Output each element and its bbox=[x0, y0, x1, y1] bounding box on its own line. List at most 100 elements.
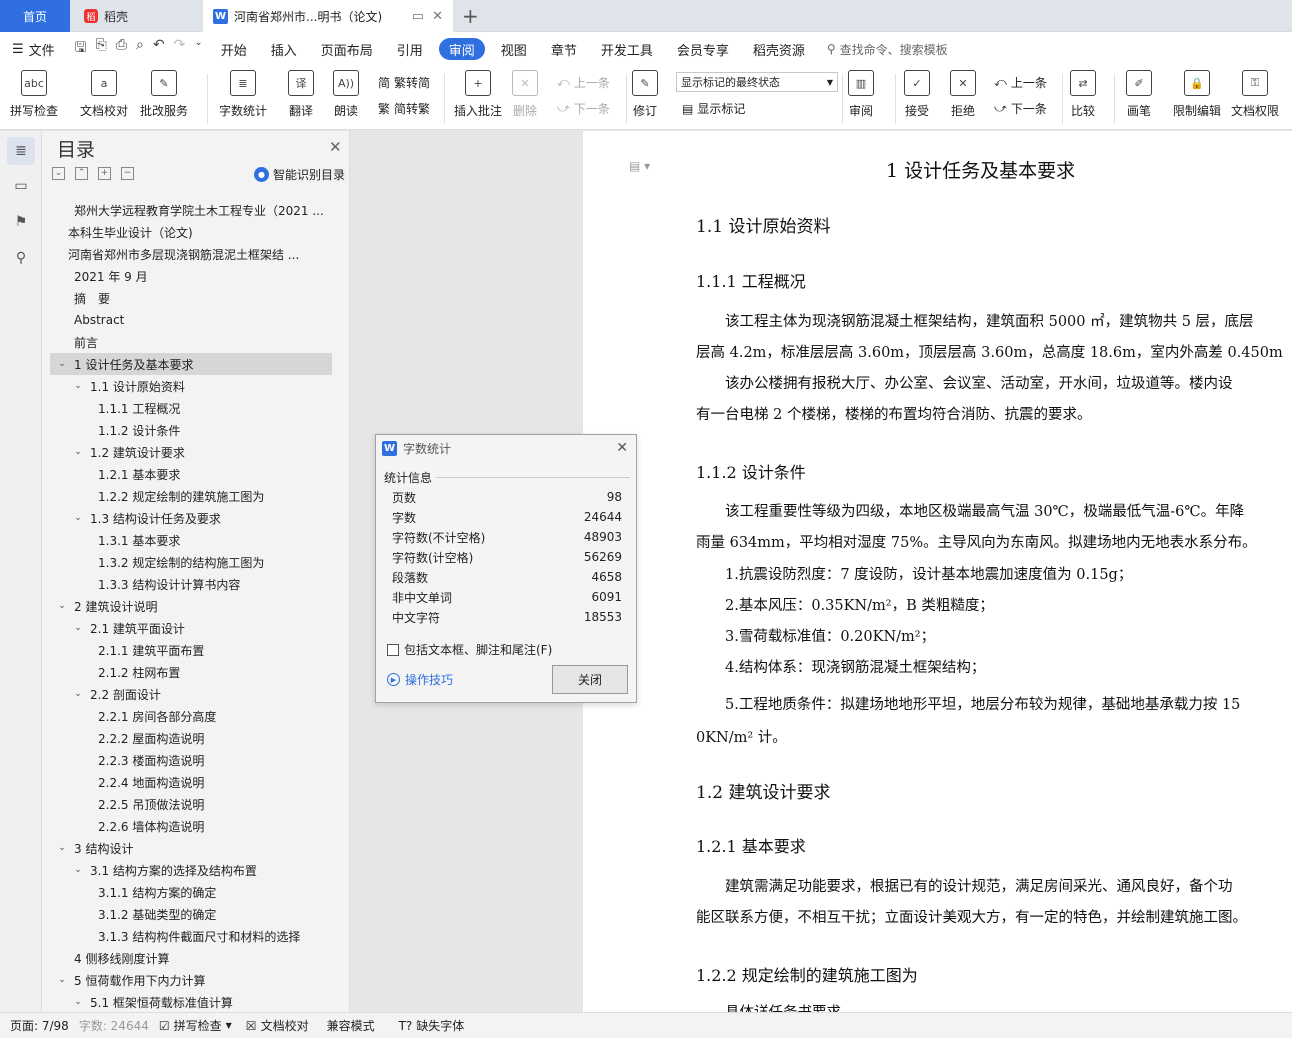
prev-comment-button[interactable]: ⤺ 上一条 bbox=[557, 74, 610, 91]
doccheck-status[interactable]: ☒ 文档校对 bbox=[246, 1017, 309, 1034]
menu-layout[interactable]: 页面布局 bbox=[309, 38, 385, 60]
markup-state-select[interactable]: 显示标记的最终状态 ▼ bbox=[676, 72, 838, 92]
menu-devtools[interactable]: 开发工具 bbox=[589, 38, 665, 60]
undo-icon[interactable]: ↶ bbox=[153, 37, 165, 61]
chevron-down-icon[interactable]: ⌄ bbox=[72, 997, 84, 1007]
close-tab-icon[interactable]: ✕ bbox=[432, 9, 443, 24]
read-aloud-button[interactable]: A)) 朗读 bbox=[333, 70, 359, 119]
track-changes-button[interactable]: ✎ 修订 bbox=[632, 70, 658, 119]
tab-home[interactable]: 首页 bbox=[0, 0, 70, 32]
translate-button[interactable]: 译翻译 bbox=[288, 70, 314, 119]
minus-icon[interactable]: − bbox=[121, 167, 134, 180]
page-indicator[interactable]: 页面: 7/98 bbox=[10, 1017, 69, 1034]
file-menu[interactable]: ☰ 文件 bbox=[0, 38, 67, 60]
trad-to-simp-button[interactable]: 简繁转简 bbox=[378, 74, 430, 91]
chevron-down-icon[interactable]: ⌄ bbox=[56, 843, 68, 853]
command-search[interactable]: ⚲ 查找命令、搜索模板 bbox=[827, 41, 948, 58]
menu-chapter[interactable]: 章节 bbox=[539, 38, 589, 60]
toc-item[interactable]: ⌄ 2.2 剖面设计 bbox=[50, 683, 332, 705]
toc-panel-icon[interactable]: ≣ bbox=[7, 137, 35, 165]
pin-tab-icon[interactable]: ▭ bbox=[412, 9, 424, 24]
delete-comment-button[interactable]: ✕ 删除 bbox=[512, 70, 538, 119]
chevron-down-icon[interactable]: ⌄ bbox=[72, 513, 84, 523]
toc-item[interactable]: 2.1.2 柱网布置 bbox=[50, 661, 332, 683]
menu-docer-resources[interactable]: 稻壳资源 bbox=[741, 38, 817, 60]
toc-item[interactable]: ⌄ 1.2 建筑设计要求 bbox=[50, 441, 332, 463]
toc-item[interactable]: 2.2.2 屋面构造说明 bbox=[50, 727, 332, 749]
toc-item[interactable]: 1.2.2 规定绘制的建筑施工图为 bbox=[50, 485, 332, 507]
accept-button[interactable]: ✓ 接受 bbox=[904, 70, 930, 119]
toc-item[interactable]: 3.1.1 结构方案的确定 bbox=[50, 881, 332, 903]
toc-item[interactable]: ⌄ 1 设计任务及基本要求 bbox=[50, 353, 332, 375]
expand-icon[interactable]: ⌃ bbox=[75, 167, 88, 180]
show-marks-button[interactable]: ▤ 显示标记 bbox=[682, 100, 745, 117]
doccheck-button[interactable]: a 文档校对 bbox=[80, 70, 128, 119]
toc-item[interactable]: ⌄ 2 建筑设计说明 bbox=[50, 595, 332, 617]
new-tab-button[interactable]: + bbox=[462, 4, 479, 28]
menu-review[interactable]: 审阅 bbox=[438, 38, 485, 60]
chevron-down-icon[interactable]: ⌄ bbox=[72, 381, 84, 391]
print-icon[interactable]: ⎙ bbox=[116, 37, 127, 61]
toc-item[interactable]: 2.1.1 建筑平面布置 bbox=[50, 639, 332, 661]
word-count-indicator[interactable]: 字数: 24644 bbox=[79, 1017, 149, 1034]
close-icon[interactable]: ✕ bbox=[616, 440, 628, 456]
toc-item[interactable]: 摘 要 bbox=[50, 287, 332, 309]
wordcount-button[interactable]: ≣ 字数统计 bbox=[219, 70, 267, 119]
toc-item[interactable]: 3.1.3 结构构件截面尺寸和材料的选择 bbox=[50, 925, 332, 947]
toc-item[interactable]: ⌄ 3 结构设计 bbox=[50, 837, 332, 859]
chevron-down-icon[interactable]: ⌄ bbox=[56, 359, 68, 369]
prev-change-button[interactable]: ⤺ 上一条 bbox=[994, 74, 1047, 91]
toc-item[interactable]: ⌄ 3.1 结构方案的选择及结构布置 bbox=[50, 859, 332, 881]
next-comment-button[interactable]: ⤻ 下一条 bbox=[557, 100, 610, 117]
menu-view[interactable]: 视图 bbox=[489, 38, 539, 60]
toc-item[interactable]: 前言 bbox=[50, 331, 332, 353]
toc-item[interactable]: 2.2.3 楼面构造说明 bbox=[50, 749, 332, 771]
search-icon[interactable]: ⚲ bbox=[11, 248, 31, 268]
toc-item[interactable]: 2.2.5 吊顶做法说明 bbox=[50, 793, 332, 815]
menu-insert[interactable]: 插入 bbox=[259, 38, 309, 60]
pen-button[interactable]: ✐ 画笔 bbox=[1126, 70, 1152, 119]
chapter-nav-icon[interactable]: ▭ bbox=[11, 176, 31, 196]
tips-link[interactable]: ▶ 操作技巧 bbox=[387, 671, 453, 688]
reject-button[interactable]: ✕ 拒绝 bbox=[950, 70, 976, 119]
doc-rights-button[interactable]: ⚿ 文档权限 bbox=[1231, 70, 1279, 119]
chevron-down-icon[interactable]: ⌄ bbox=[56, 975, 68, 985]
save-icon[interactable]: 🖫 bbox=[75, 37, 87, 61]
menu-member[interactable]: 会员专享 bbox=[665, 38, 741, 60]
tab-docer[interactable]: 稻 稻壳 bbox=[72, 0, 200, 32]
toc-item[interactable]: 1.3.3 结构设计计算书内容 bbox=[50, 573, 332, 595]
toc-item[interactable]: 2021 年 9 月 bbox=[50, 265, 332, 287]
collapse-icon[interactable]: ⌄ bbox=[52, 167, 65, 180]
plus-icon[interactable]: + bbox=[98, 167, 111, 180]
toc-item[interactable]: 1.1.1 工程概况 bbox=[50, 397, 332, 419]
toc-item[interactable]: 2.2.6 墙体构造说明 bbox=[50, 815, 332, 837]
include-footnotes-checkbox[interactable]: 包括文本框、脚注和尾注(F) bbox=[387, 641, 552, 658]
toc-item[interactable]: 1.1.2 设计条件 bbox=[50, 419, 332, 441]
tab-document[interactable]: W 河南省郑州市...明书（论文) ▭ ✕ bbox=[203, 0, 453, 32]
simp-to-trad-button[interactable]: 繁简转繁 bbox=[378, 100, 430, 117]
menu-reference[interactable]: 引用 bbox=[385, 38, 435, 60]
menu-start[interactable]: 开始 bbox=[209, 38, 259, 60]
toc-item[interactable]: 2.2.1 房间各部分高度 bbox=[50, 705, 332, 727]
toc-item[interactable]: 3.1.2 基础类型的确定 bbox=[50, 903, 332, 925]
close-button[interactable]: 关闭 bbox=[552, 665, 628, 694]
toc-item[interactable]: ⌄ 1.1 设计原始资料 bbox=[50, 375, 332, 397]
chevron-down-icon[interactable]: ⌄ bbox=[72, 865, 84, 875]
spellcheck-status[interactable]: ☑ 拼写检查 ▼ bbox=[159, 1017, 232, 1034]
toc-item[interactable]: 河南省郑州市多层现浇钢筋混泥土框架结 ... bbox=[50, 243, 332, 265]
toc-item[interactable]: ⌄ 5.1 框架恒荷载标准值计算 bbox=[50, 991, 332, 1013]
toc-item[interactable]: ⌄ 2.1 建筑平面设计 bbox=[50, 617, 332, 639]
toc-item[interactable]: Abstract bbox=[50, 309, 332, 331]
missing-font-button[interactable]: T? 缺失字体 bbox=[399, 1017, 465, 1034]
chevron-down-icon[interactable]: ⌄ bbox=[72, 447, 84, 457]
toc-item[interactable]: 4 侧移线刚度计算 bbox=[50, 947, 332, 969]
restrict-editing-button[interactable]: 🔒 限制编辑 bbox=[1173, 70, 1221, 119]
bookmark-icon[interactable]: ⚑ bbox=[11, 212, 31, 232]
toc-item[interactable]: 2.2.4 地面构造说明 bbox=[50, 771, 332, 793]
page-format-icon[interactable]: ▤ ▾ bbox=[629, 159, 650, 173]
document-page[interactable]: ▤ ▾ 1 设计任务及基本要求 1.1 设计原始资料 1.1.1 工程概况 该工… bbox=[583, 131, 1292, 1012]
insert-comment-button[interactable]: + 插入批注 bbox=[454, 70, 502, 119]
more-icon[interactable]: ⌄ bbox=[194, 37, 202, 61]
toc-item[interactable]: 1.2.1 基本要求 bbox=[50, 463, 332, 485]
spellcheck-button[interactable]: abc 拼写检查 bbox=[10, 70, 58, 119]
